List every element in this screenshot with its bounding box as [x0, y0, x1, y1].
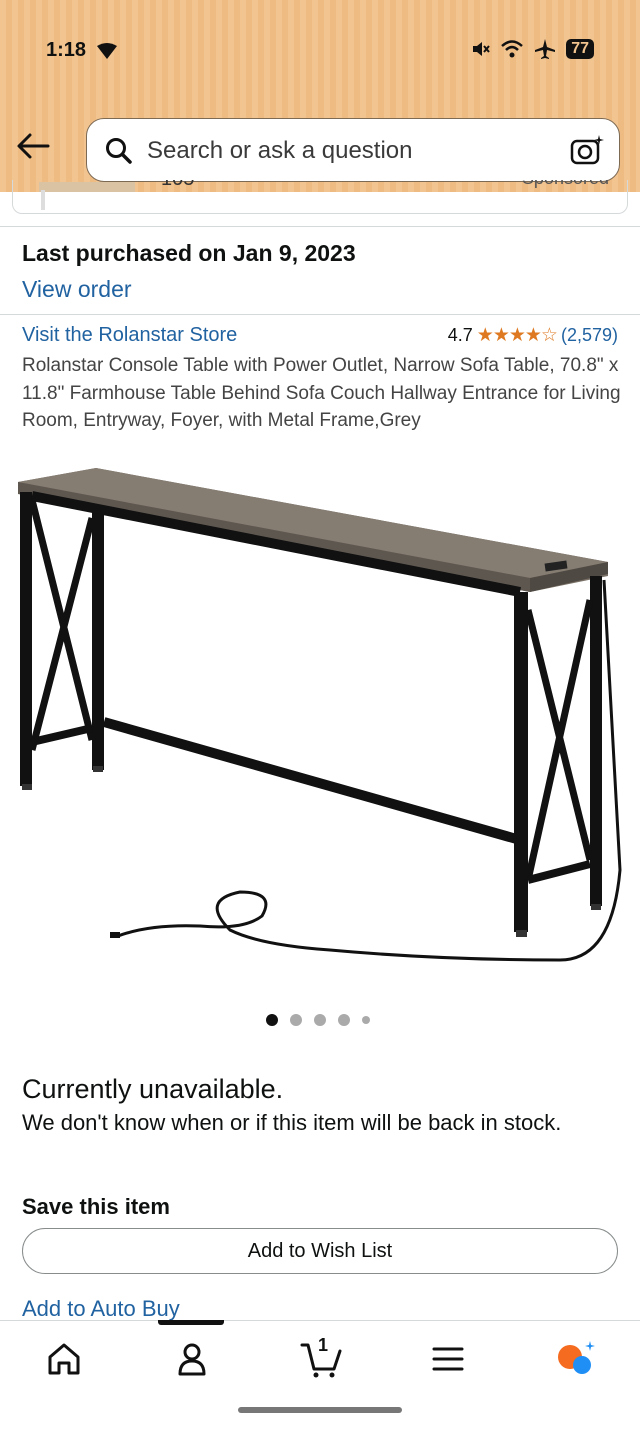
previous-sponsored-card[interactable]: 105 Sponsored [12, 180, 628, 214]
view-order-link[interactable]: View order [22, 276, 132, 303]
divider [0, 314, 640, 315]
product-image[interactable] [0, 460, 640, 980]
product-title: Rolanstar Console Table with Power Outle… [22, 355, 621, 431]
mute-icon [473, 42, 490, 56]
account-icon[interactable] [172, 1339, 212, 1379]
camera-search-icon[interactable] [569, 133, 605, 169]
airplane-icon [535, 39, 556, 59]
cart-count: 1 [318, 1335, 329, 1355]
active-tab-indicator [158, 1320, 224, 1325]
image-carousel-dots[interactable] [266, 1014, 370, 1026]
previous-card-text: 105 [161, 180, 194, 191]
search-bar[interactable]: Search or ask a question [86, 118, 620, 182]
home-icon[interactable] [44, 1339, 84, 1379]
search-icon [106, 138, 132, 164]
carousel-dot[interactable] [362, 1016, 370, 1024]
status-time: 1:18 [46, 39, 87, 61]
availability-status: Currently unavailable. [22, 1074, 284, 1104]
signal-icon [97, 43, 117, 59]
menu-icon[interactable] [428, 1339, 468, 1379]
rating-value: 4.7 [447, 325, 473, 345]
search-placeholder[interactable]: Search or ask a question [147, 137, 413, 165]
wifi-icon [501, 40, 524, 58]
status-icons: 77 [470, 38, 594, 60]
bottom-tab-bar: 1 [0, 1320, 640, 1429]
back-arrow-icon[interactable] [16, 132, 50, 160]
rating-count[interactable]: (2,579) [561, 325, 618, 346]
store-link[interactable]: Visit the Rolanstar Store [22, 324, 237, 347]
carousel-dot[interactable] [290, 1014, 302, 1026]
app-header: 1:18 77 Search or ask a question [0, 0, 640, 192]
carousel-dot[interactable] [266, 1014, 278, 1026]
divider [0, 226, 640, 227]
previous-product-thumbnail [39, 182, 135, 210]
carousel-dot[interactable] [314, 1014, 326, 1026]
cart-tab[interactable]: 1 [300, 1335, 344, 1379]
last-purchased-text: Last purchased on Jan 9, 2023 [22, 240, 356, 266]
battery-icon: 77 [566, 39, 594, 59]
rating-summary[interactable]: 4.7 ★★★★☆ (2,579) [448, 324, 618, 347]
status-bar: 1:18 77 [0, 30, 640, 70]
add-to-wish-list-button[interactable]: Add to Wish List [22, 1228, 618, 1274]
availability-detail: We don't know when or if this item will … [22, 1110, 562, 1135]
carousel-dot[interactable] [338, 1014, 350, 1026]
rufus-icon[interactable] [556, 1339, 596, 1379]
rating-stars: ★★★★☆ [476, 325, 558, 346]
sponsored-label: Sponsored [522, 180, 609, 189]
save-item-heading: Save this item [22, 1194, 170, 1219]
home-gesture-bar[interactable] [238, 1407, 402, 1413]
add-to-auto-buy-link[interactable]: Add to Auto Buy [22, 1296, 180, 1322]
